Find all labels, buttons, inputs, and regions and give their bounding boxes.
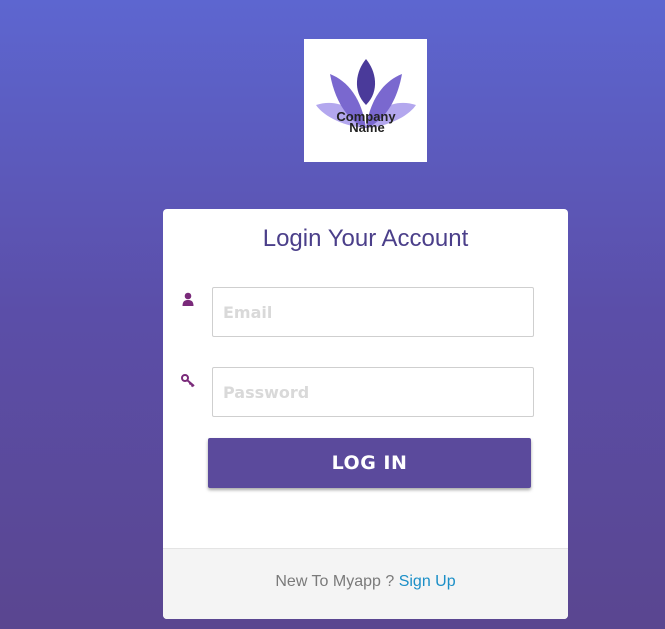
password-field-wrapper [212,367,534,417]
logo-text-line2: Name [349,120,384,135]
signup-prompt: New To Myapp ? [275,573,395,590]
password-field[interactable] [213,368,533,416]
login-card: Login Your Account LOG IN New To Myapp ?… [163,209,568,619]
login-title: Login Your Account [262,225,469,252]
signup-link[interactable]: Sign Up [399,573,456,590]
email-field-wrapper [212,287,534,337]
card-footer: New To Myapp ? Sign Up [163,548,568,619]
key-icon [180,373,196,389]
lotus-logo-icon: Company Name [316,59,416,135]
email-field[interactable] [213,288,533,336]
user-icon [180,291,196,307]
login-button[interactable]: LOG IN [208,438,531,488]
company-logo: Company Name [304,39,427,162]
